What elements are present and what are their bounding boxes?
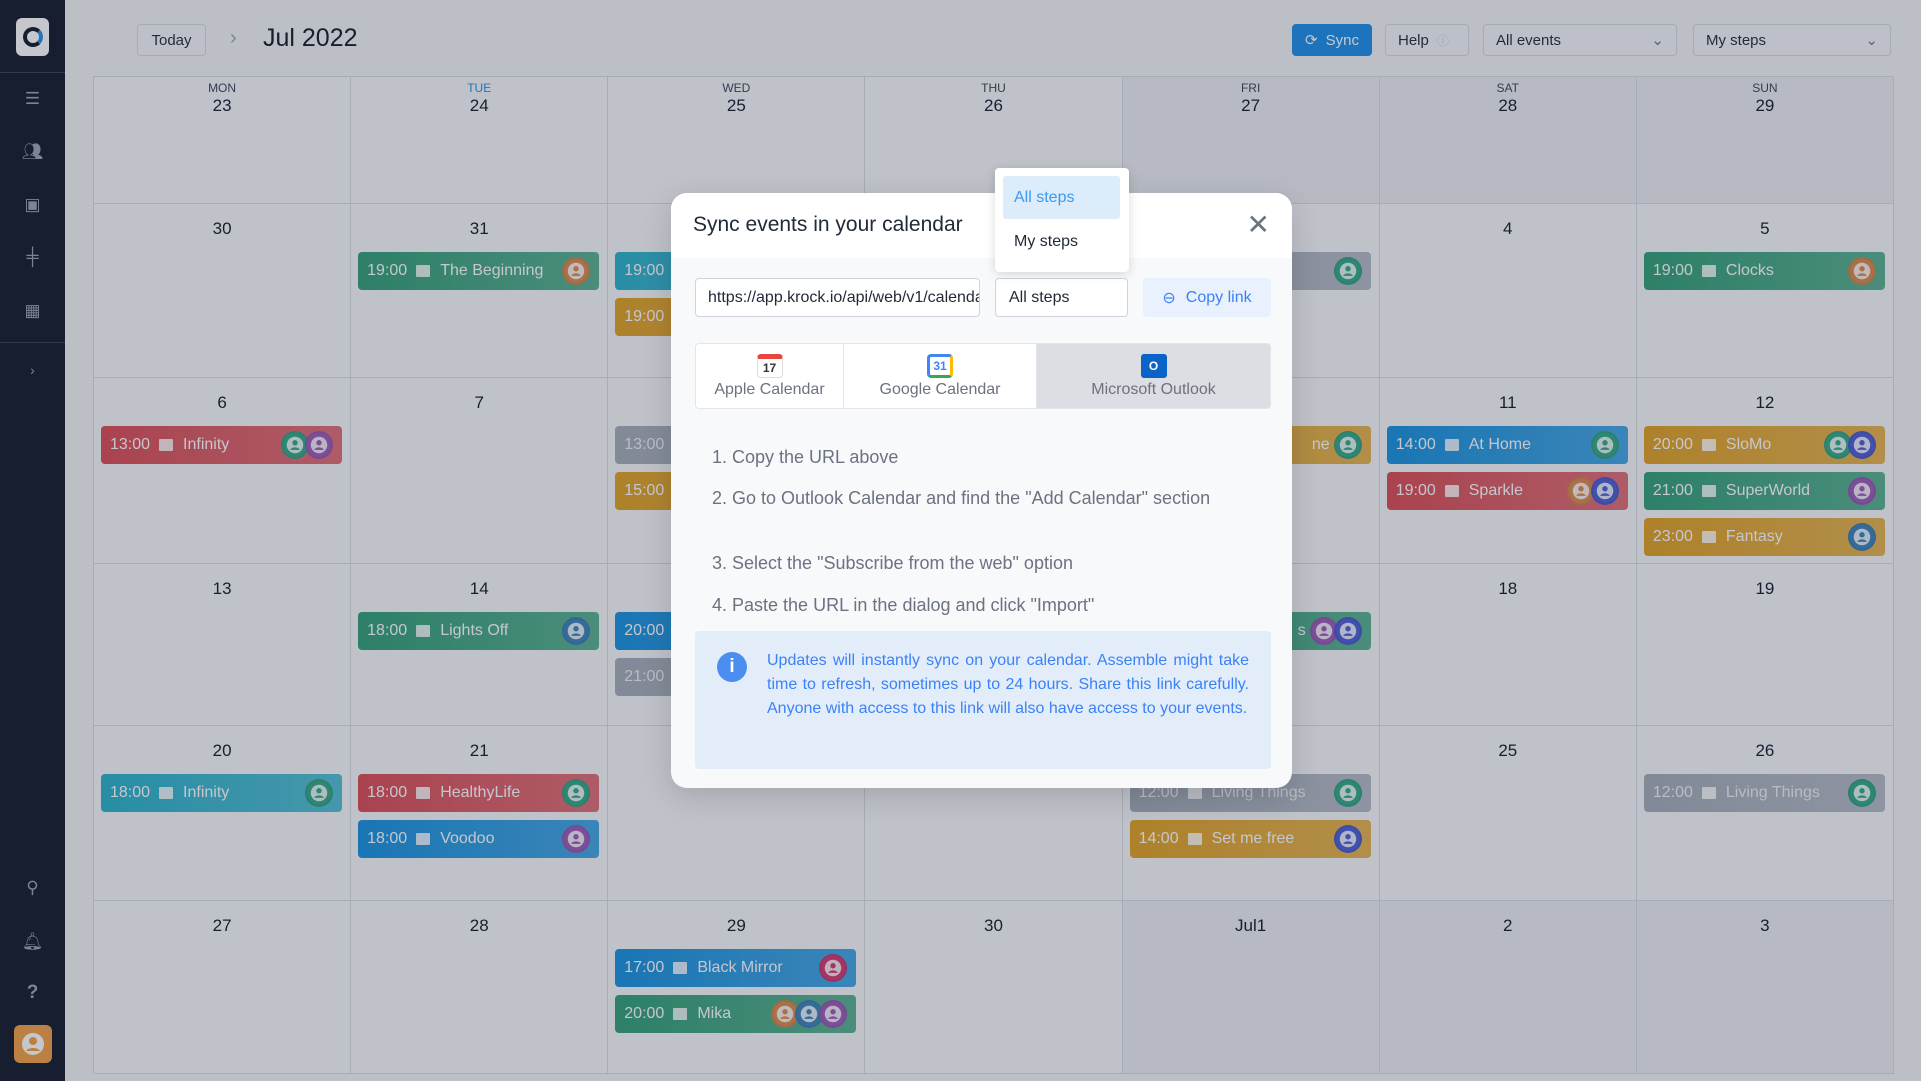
- dialog-header: Sync events in your calendar ✕: [671, 193, 1292, 258]
- dialog-title: Sync events in your calendar: [693, 213, 963, 236]
- close-icon[interactable]: ✕: [1247, 211, 1270, 239]
- info-icon: i: [717, 652, 747, 682]
- instruction-step: 3. Select the "Subscribe from the web" o…: [712, 553, 1073, 573]
- calendar-provider-tabs: 17 Apple Calendar 31 Google Calendar O Micr…: [695, 343, 1271, 409]
- tab-label: Microsoft Outlook: [1091, 380, 1216, 398]
- outlook-icon: O: [1140, 353, 1167, 378]
- instruction-step: 2. Go to Outlook Calendar and find the "…: [712, 488, 1211, 508]
- instruction-step: 4. Paste the URL in the dialog and click…: [712, 595, 1095, 615]
- option-my-steps[interactable]: My steps: [1003, 220, 1120, 263]
- instruction-step: 1. Copy the URL above: [712, 447, 899, 467]
- info-banner: i Updates will instantly sync on your ca…: [695, 631, 1271, 769]
- copy-link-button[interactable]: ⊖ Copy link: [1143, 278, 1271, 317]
- steps-scope-select[interactable]: All steps: [995, 278, 1128, 317]
- apple-calendar-icon: 17: [756, 353, 783, 378]
- steps-scope-dropdown: All steps My steps: [995, 168, 1129, 272]
- google-calendar-icon: 31: [927, 353, 953, 378]
- tab-google-calendar[interactable]: 31 Google Calendar: [844, 344, 1037, 408]
- copy-link-label: Copy link: [1185, 288, 1252, 306]
- tab-label: Google Calendar: [879, 380, 1001, 398]
- option-all-steps[interactable]: All steps: [1003, 176, 1120, 219]
- info-text: Updates will instantly sync on your cale…: [767, 652, 1249, 717]
- tab-apple-calendar[interactable]: 17 Apple Calendar: [696, 344, 844, 408]
- sync-calendar-dialog: Sync events in your calendar ✕ https://a…: [671, 193, 1292, 788]
- tab-microsoft-outlook[interactable]: O Microsoft Outlook: [1037, 344, 1270, 408]
- tab-label: Apple Calendar: [714, 380, 825, 398]
- calendar-url-field[interactable]: https://app.krock.io/api/web/v1/calendar: [695, 278, 980, 317]
- link-icon: ⊖: [1162, 289, 1176, 307]
